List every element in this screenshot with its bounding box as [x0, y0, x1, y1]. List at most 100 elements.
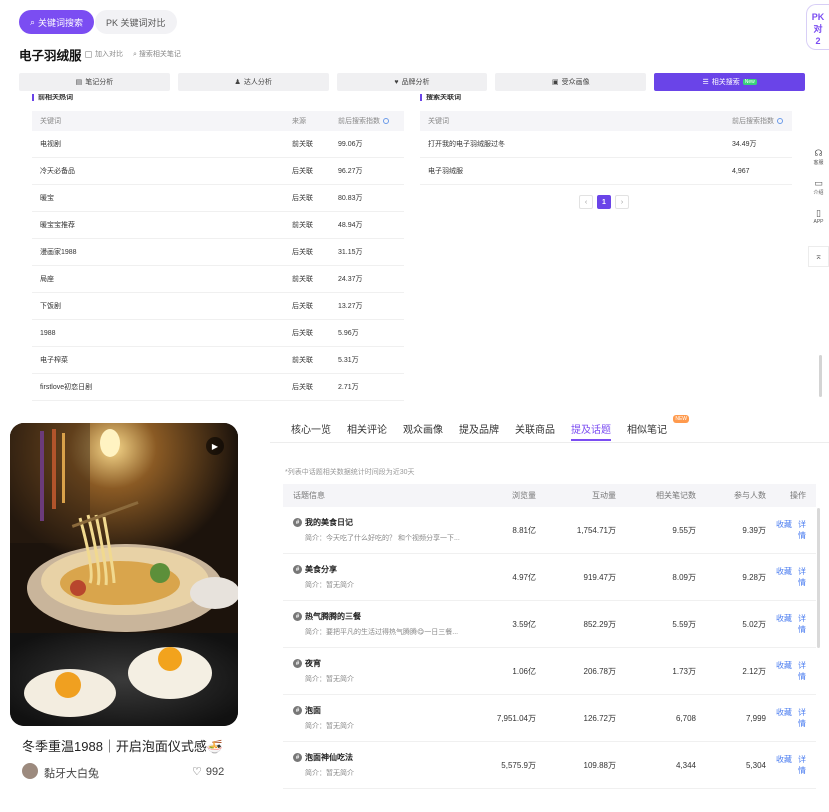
topic-name[interactable]: # 美食分享 — [293, 564, 473, 575]
add-compare-checkbox[interactable]: 加入对比 — [85, 49, 123, 59]
keyword-search-mode-button[interactable]: ⌕ 关键词搜索 — [19, 10, 95, 34]
keyword-cell[interactable]: 暖宝宝推荐 — [32, 220, 292, 230]
keyword-cell[interactable]: 冷天必备品 — [32, 166, 292, 176]
detail-button[interactable]: 详情 — [798, 708, 806, 728]
views-cell: 5,575.9万 — [501, 760, 536, 770]
pk-compare-mode-button[interactable]: PK 关键词对比 — [95, 10, 177, 34]
page-1-button[interactable]: 1 — [597, 195, 611, 209]
collect-button[interactable]: 收藏 — [776, 755, 792, 764]
tab-audience-profile[interactable]: ▣ 受众画像 — [495, 73, 647, 91]
index-cell: 5.31万 — [338, 357, 359, 364]
detail-button[interactable]: 详情 — [798, 755, 806, 775]
tab-related-search[interactable]: ☰ 相关搜索 New — [654, 73, 805, 91]
list-icon: ☰ — [702, 79, 709, 86]
topic-name[interactable]: # 夜宵 — [293, 658, 473, 669]
avatar[interactable] — [22, 763, 38, 779]
headset-icon: ☊ — [814, 148, 823, 158]
detail-button[interactable]: 详情 — [798, 520, 806, 540]
keyword-cell[interactable]: 电子羽绒服 — [420, 166, 732, 176]
hashtag-icon: # — [293, 753, 302, 762]
topic-name-text: 泡面 — [305, 706, 321, 715]
keyword-cell[interactable]: 下饭剧 — [32, 301, 292, 311]
table-row: 电子榨菜 前关联 5.31万 — [32, 347, 404, 374]
table-row: 局座 前关联 24.37万 — [32, 266, 404, 293]
people-cell: 9.28万 — [742, 572, 766, 582]
topic-desc: 简介：暂无简介 — [305, 676, 354, 683]
pk-compare-float-button[interactable]: PK 对 2 — [806, 4, 829, 50]
info-icon[interactable] — [383, 118, 389, 125]
tab-related-comments[interactable]: 相关评论 — [339, 421, 395, 441]
tab-creator-analysis[interactable]: ♟ 达人分析 — [177, 73, 329, 91]
keyword-cell[interactable]: 电子榨菜 — [32, 355, 292, 365]
side-app[interactable]: ▯ APP — [808, 205, 829, 235]
keyword-cell[interactable]: 电视剧 — [32, 139, 292, 149]
views-cell: 3.59亿 — [512, 619, 536, 629]
topic-name[interactable]: # 泡面 — [293, 705, 473, 716]
table-row: # 泡面 简介：暂无简介 7,951.04万 126.72万 6,708 7,999 收藏 详情 — [283, 695, 816, 742]
tab-core-overview[interactable]: 核心一览 — [283, 421, 339, 441]
table-row: 冷天必备品 后关联 96.27万 — [32, 158, 404, 185]
collect-button[interactable]: 收藏 — [776, 708, 792, 717]
collect-button[interactable]: 收藏 — [776, 520, 792, 529]
collect-button[interactable]: 收藏 — [776, 614, 792, 623]
keyword-cell[interactable]: 局座 — [32, 274, 292, 284]
ops-cell: 收藏 详情 — [766, 566, 816, 588]
keyword-cell[interactable]: 漫画家1988 — [32, 247, 292, 257]
side-customer-service[interactable]: ☊ 客服 — [808, 145, 829, 175]
search-notes-link[interactable]: ⌕ 搜索相关笔记 — [133, 49, 181, 59]
source-cell: 后关联 — [292, 168, 313, 175]
heart-icon: ♥ — [394, 78, 399, 86]
play-icon[interactable]: ▶ — [206, 437, 224, 455]
tab-mentioned-topics[interactable]: 提及话题 — [563, 421, 619, 441]
topic-info: # 我的美食日记 简介：今天吃了什么好吃的？ 和个视频分享一下... — [283, 517, 473, 543]
keyword-cell[interactable]: 1988 — [32, 330, 292, 337]
source-cell: 后关联 — [292, 249, 313, 256]
notes-cell: 5.59万 — [672, 619, 696, 629]
views-cell: 8.81亿 — [512, 525, 536, 535]
keyword-cell[interactable]: 打开我的电子羽绒服过冬 — [420, 139, 732, 149]
topic-name[interactable]: # 热气腾腾的三餐 — [293, 611, 473, 622]
keyword-cell[interactable]: 暖宝 — [32, 193, 292, 203]
collect-button[interactable]: 收藏 — [776, 661, 792, 670]
table-row: # 美食分享 简介：暂无简介 4.97亿 919.47万 8.09万 9.28万 收藏 详情 — [283, 554, 816, 601]
author-name[interactable]: 黏牙大白兔 — [44, 765, 99, 781]
tab-related-products[interactable]: 关联商品 — [507, 421, 563, 441]
prev-page-button[interactable]: ‹ — [579, 195, 593, 209]
people-cell: 5,304 — [745, 760, 766, 770]
topic-name-text: 我的美食日记 — [305, 518, 353, 527]
tab-note-analysis[interactable]: ▤ 笔记分析 — [19, 73, 170, 91]
back-to-top-icon[interactable]: ⌅ — [808, 246, 829, 267]
topic-info: # 泡面神仙吃法 简介：暂无简介 — [283, 752, 473, 778]
table-row: 下饭剧 后关联 13.27万 — [32, 293, 404, 320]
tab-viewer-profile[interactable]: 观众画像 — [395, 421, 451, 441]
keyword-cell[interactable]: firstlove初恋日剧 — [32, 382, 292, 392]
table-row: 1988 后关联 5.96万 — [32, 320, 404, 347]
detail-button[interactable]: 详情 — [798, 567, 806, 587]
topic-data-note: *列表中话题相关数据统计时间段为近30天 — [285, 469, 415, 476]
side-intro[interactable]: ▭ 介绍 — [808, 175, 829, 205]
tab-mentioned-brands[interactable]: 提及品牌 — [451, 421, 507, 441]
video-thumbnail[interactable] — [10, 423, 238, 726]
table-header: 话题信息 浏览量 互动量 相关笔记数 参与人数 操作 — [283, 484, 816, 507]
topic-name[interactable]: # 我的美食日记 — [293, 517, 473, 528]
tab-similar-notes[interactable]: 相似笔记 NEW — [619, 415, 689, 441]
scrollbar[interactable] — [819, 355, 822, 397]
user-icon: ♟ — [234, 79, 241, 86]
people-cell: 9.39万 — [742, 525, 766, 535]
detail-button[interactable]: 详情 — [798, 614, 806, 634]
collect-button[interactable]: 收藏 — [776, 567, 792, 576]
ops-cell: 收藏 详情 — [766, 707, 816, 729]
index-cell: 2.71万 — [338, 384, 359, 391]
hashtag-icon: # — [293, 612, 302, 621]
video-title[interactable]: 冬季重温1988｜开启泡面仪式感🍜 — [22, 736, 223, 755]
next-page-button[interactable]: › — [615, 195, 629, 209]
topic-name[interactable]: # 泡面神仙吃法 — [293, 752, 473, 763]
new-tag: NEW — [673, 415, 689, 423]
scrollbar[interactable] — [817, 508, 820, 648]
note-icon: ▤ — [75, 79, 83, 86]
topic-info: # 热气腾腾的三餐 简介：要把平凡的生活过得热气腾腾😋一日三餐... — [283, 611, 473, 637]
like-count[interactable]: ♡ 992 — [192, 765, 224, 779]
tab-brand-analysis[interactable]: ♥ 品牌分析 — [336, 73, 488, 91]
detail-button[interactable]: 详情 — [798, 661, 806, 681]
info-icon[interactable] — [777, 118, 783, 125]
